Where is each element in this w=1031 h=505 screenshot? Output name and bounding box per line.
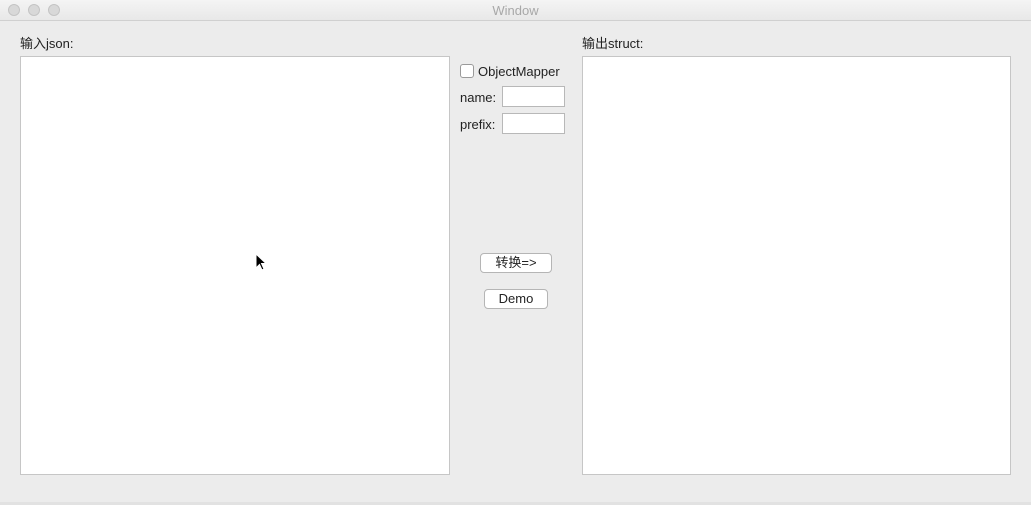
window-title: Window	[492, 3, 539, 18]
prefix-input[interactable]	[502, 113, 565, 134]
input-json-label: 输入json:	[20, 36, 74, 51]
prefix-label: prefix:	[460, 117, 496, 132]
output-struct-label: 输出struct:	[582, 36, 644, 51]
main-window: Window 输入json: ObjectMapper name: prefix…	[0, 0, 1031, 505]
convert-button[interactable]: 转换=>	[480, 253, 552, 273]
title-bar[interactable]: Window	[0, 0, 1031, 21]
objectmapper-label[interactable]: ObjectMapper	[478, 64, 560, 79]
mouse-pointer-icon	[255, 253, 267, 271]
name-label: name:	[460, 90, 497, 105]
demo-button[interactable]: Demo	[484, 289, 548, 309]
input-json-textview[interactable]	[20, 56, 450, 475]
name-input[interactable]	[502, 86, 565, 107]
objectmapper-checkbox[interactable]	[460, 64, 474, 78]
output-struct-textview[interactable]	[582, 56, 1011, 475]
